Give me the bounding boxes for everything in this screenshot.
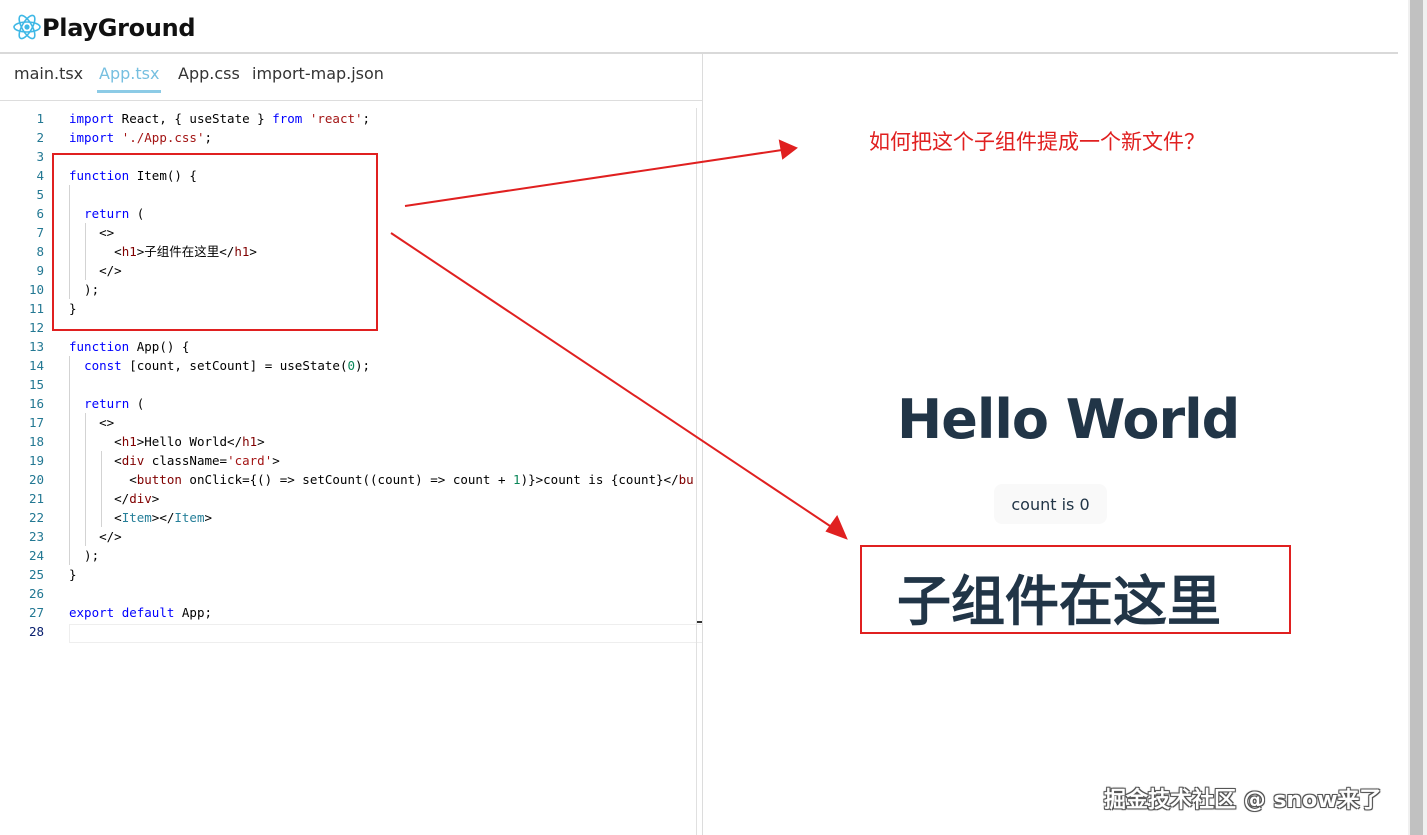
code-line[interactable]: 17 <> <box>0 413 702 432</box>
code-text: function App() { <box>69 339 190 354</box>
code-line[interactable]: 19 <div className='card'> <box>0 451 702 470</box>
line-number: 4 <box>36 168 44 183</box>
line-number: 9 <box>36 263 44 278</box>
line-number: 25 <box>28 567 44 582</box>
line-number: 6 <box>36 206 44 221</box>
line-number: 23 <box>28 529 44 544</box>
code-line[interactable]: 23 </> <box>0 527 702 546</box>
preview-highlight-box <box>860 545 1291 634</box>
page-scrollbar[interactable] <box>1408 0 1427 835</box>
arrow-to-preview-head <box>825 514 848 540</box>
code-text: ); <box>69 548 100 563</box>
code-line[interactable]: 27 export default App; <box>0 603 702 622</box>
count-button[interactable]: count is 0 <box>994 484 1107 524</box>
file-tabs: main.tsx App.tsx App.css import-map.json <box>0 54 702 101</box>
code-text: } <box>69 567 77 582</box>
code-line[interactable]: 25} <box>0 565 702 584</box>
line-number: 11 <box>28 301 44 316</box>
scrollbar-thumb[interactable] <box>1410 0 1423 835</box>
line-number: 1 <box>36 111 44 126</box>
tab-app-tsx[interactable]: App.tsx <box>97 64 162 93</box>
code-text: return ( <box>84 396 145 411</box>
line-number: 16 <box>28 396 44 411</box>
line-number: 15 <box>28 377 44 392</box>
code-line[interactable]: 2 import './App.css'; <box>0 128 702 147</box>
code-highlight-box <box>52 153 378 331</box>
line-number: 7 <box>36 225 44 240</box>
annotation-question: 如何把这个子组件提成一个新文件？ <box>869 130 1205 154</box>
line-number: 28 <box>28 624 44 639</box>
line-number: 2 <box>36 130 44 145</box>
code-text: export default App; <box>69 605 213 620</box>
line-number: 22 <box>28 510 44 525</box>
code-text: const [count, setCount] = useState(0); <box>84 358 371 373</box>
code-line[interactable]: 28 <box>0 622 702 641</box>
code-text: <button onClick={() => setCount((count) … <box>69 472 694 487</box>
code-line[interactable]: 21 </div> <box>0 489 702 508</box>
line-number: 26 <box>28 586 44 601</box>
indent-guide <box>101 451 102 527</box>
code-text: </> <box>69 529 122 544</box>
line-number: 8 <box>36 244 44 259</box>
code-line[interactable]: 1 import React, { useState } from 'react'… <box>0 109 702 128</box>
preview-hello-heading: Hello World <box>897 388 1240 451</box>
app-title: PlayGround <box>42 14 196 42</box>
react-logo-icon <box>13 14 41 40</box>
watermark: 掘金技术社区 @ snow来了 <box>1104 788 1382 813</box>
app-header: PlayGround <box>0 0 1398 54</box>
line-number: 27 <box>28 605 44 620</box>
line-number: 18 <box>28 434 44 449</box>
code-line[interactable]: 15 <box>0 375 702 394</box>
split-divider[interactable] <box>702 54 703 835</box>
line-number: 3 <box>36 149 44 164</box>
arrow-to-question-head <box>778 139 798 160</box>
tab-app-css[interactable]: App.css <box>176 64 242 90</box>
line-number: 14 <box>28 358 44 373</box>
line-number: 24 <box>28 548 44 563</box>
code-line[interactable]: 13 function App() { <box>0 337 702 356</box>
indent-guide <box>85 413 86 546</box>
code-line[interactable]: 14 const [count, setCount] = useState(0)… <box>0 356 702 375</box>
line-number: 19 <box>28 453 44 468</box>
line-number: 13 <box>28 339 44 354</box>
code-text: </div> <box>69 491 160 506</box>
line-number: 21 <box>28 491 44 506</box>
code-line[interactable]: 22 <Item></Item> <box>0 508 702 527</box>
code-text: import React, { useState } from 'react'; <box>69 111 371 126</box>
line-number: 20 <box>28 472 44 487</box>
code-line[interactable]: 16 return ( <box>0 394 702 413</box>
line-number: 5 <box>36 187 44 202</box>
line-number: 17 <box>28 415 44 430</box>
indent-guide <box>69 356 70 565</box>
code-line[interactable]: 18 <h1>Hello World</h1> <box>0 432 702 451</box>
line-number: 12 <box>28 320 44 335</box>
tab-main-tsx[interactable]: main.tsx <box>12 64 85 90</box>
code-text: import './App.css'; <box>69 130 213 145</box>
code-text: <> <box>69 415 115 430</box>
code-line[interactable]: 26 <box>0 584 702 603</box>
code-line[interactable]: 20 <button onClick={() => setCount((coun… <box>0 470 702 489</box>
tab-import-map-json[interactable]: import-map.json <box>250 64 386 90</box>
code-text: <h1>Hello World</h1> <box>69 434 265 449</box>
code-line[interactable]: 24 ); <box>0 546 702 565</box>
code-text: <Item></Item> <box>69 510 213 525</box>
line-number: 10 <box>28 282 44 297</box>
